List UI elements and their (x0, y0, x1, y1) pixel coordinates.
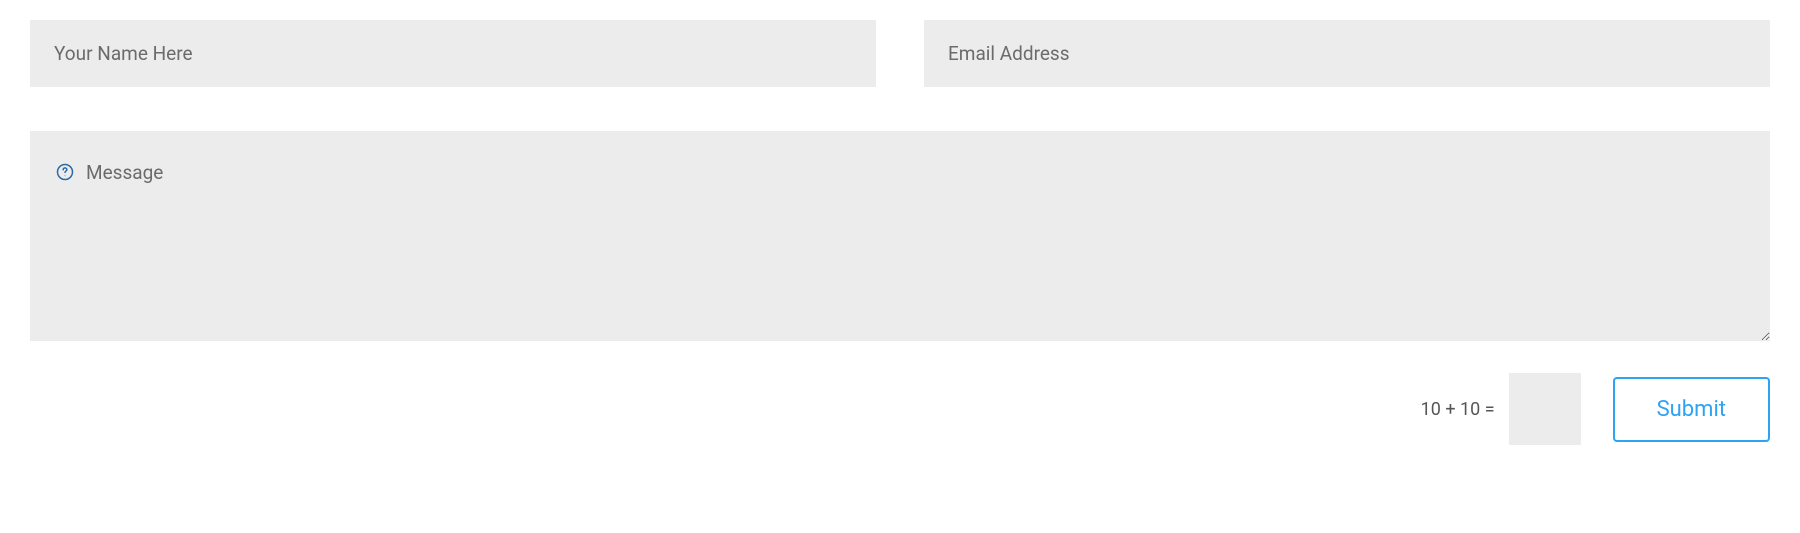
message-wrapper (30, 131, 1770, 345)
name-input[interactable] (30, 20, 876, 87)
message-textarea[interactable] (30, 131, 1770, 341)
captcha-input[interactable] (1509, 373, 1581, 445)
contact-form: 10 + 10 = Submit (30, 20, 1770, 445)
captcha-question-label: 10 + 10 = (1421, 399, 1495, 420)
email-input[interactable] (924, 20, 1770, 87)
submit-button[interactable]: Submit (1613, 377, 1770, 442)
bottom-row: 10 + 10 = Submit (30, 373, 1770, 445)
top-input-row (30, 20, 1770, 87)
